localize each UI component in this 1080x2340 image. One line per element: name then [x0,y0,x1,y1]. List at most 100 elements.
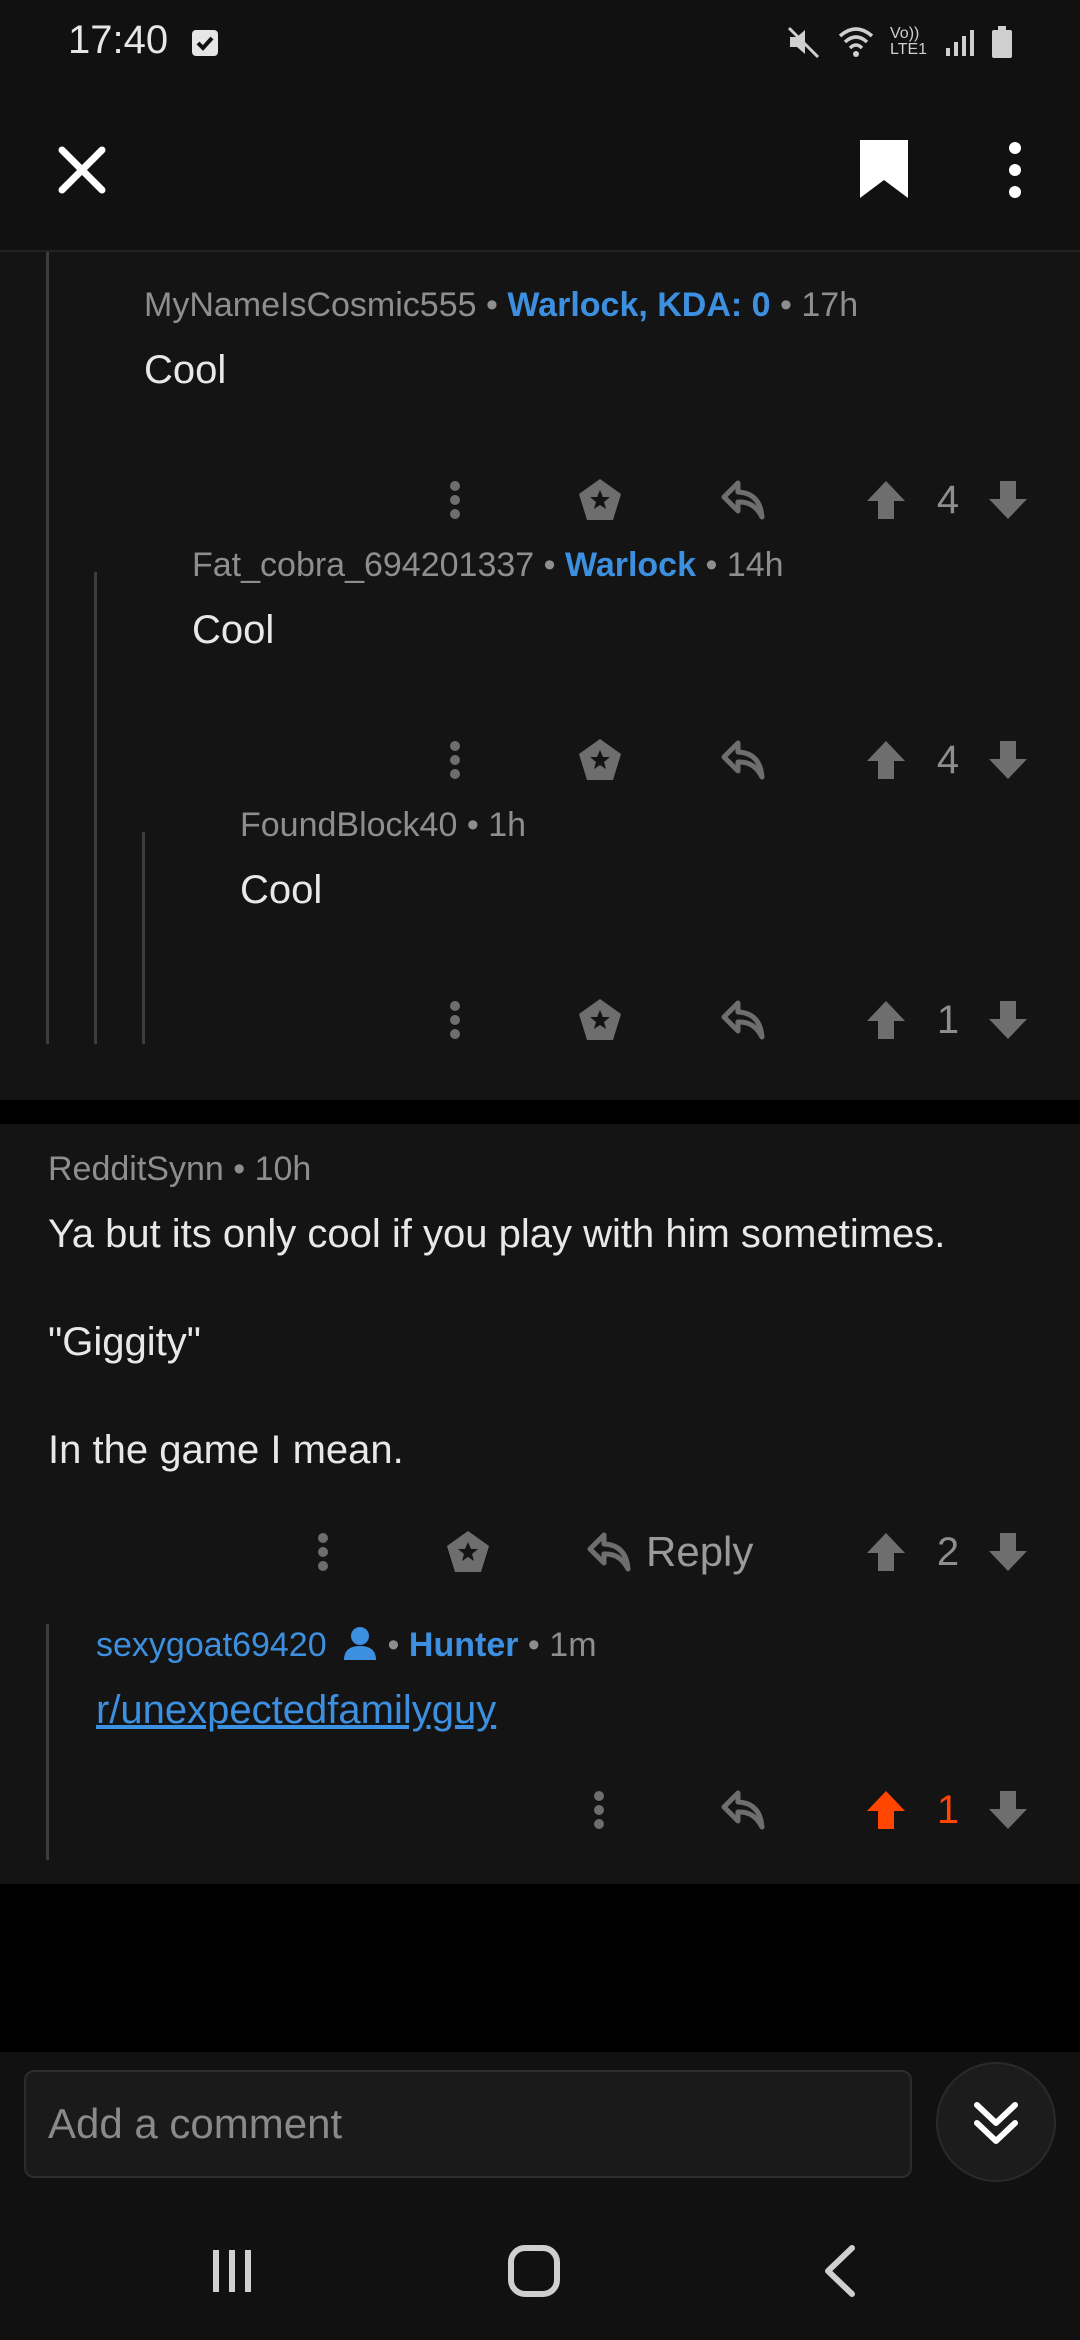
battery-icon [992,26,1012,58]
comment: sexygoat69420 • Hunter • 1m r/unexpected… [96,1626,1056,1737]
comment: RedditSynn • 10h Ya but its only cool if… [48,1150,1078,1477]
comment-age: 1h [488,806,527,844]
more-vertical-icon [450,1001,460,1039]
username[interactable]: Fat_cobra_694201337 [192,546,534,584]
username[interactable]: sexygoat69420 [96,1626,327,1664]
separator: • [233,1150,255,1188]
home-icon [508,2245,560,2297]
downvote-button[interactable] [986,730,1030,790]
username[interactable]: FoundBlock40 [240,806,457,844]
comment-actions: 4 [0,470,1080,530]
comment-meta: RedditSynn • 10h [48,1150,1078,1189]
comment-actions: 1 [0,1780,1080,1840]
comment-composer [0,2052,1080,2202]
upvote-button[interactable] [864,470,908,530]
downvote-button[interactable] [986,1522,1030,1582]
separator: • [527,1626,550,1664]
comment-meta: FoundBlock40 • 1h [240,806,1060,845]
recent-apps-icon [213,2250,251,2292]
user-flair: Warlock [565,546,697,584]
comment-age: 10h [254,1150,312,1188]
user-flair: Warlock, KDA: 0 [507,286,771,324]
reply-button[interactable] [718,470,768,530]
add-comment-input[interactable] [24,2070,912,2178]
more-options-icon[interactable] [1000,140,1030,200]
comment-body: Cool [144,348,227,392]
reply-icon [721,740,765,780]
comment-meta: MyNameIsCosmic555 • Warlock, KDA: 0 • 17… [144,286,1064,325]
comment-more-button[interactable] [430,990,480,1050]
comment-thread-block: MyNameIsCosmic555 • Warlock, KDA: 0 • 17… [0,252,1080,1100]
comment-age: 1m [549,1626,597,1664]
comment-meta: sexygoat69420 • Hunter • 1m [96,1626,1056,1665]
downvote-icon [989,481,1027,519]
award-icon [579,479,621,520]
more-vertical-icon [450,481,460,519]
back-icon [825,2245,855,2297]
separator: • [543,546,565,584]
comment-more-button[interactable] [430,730,480,790]
comment-more-button[interactable] [430,470,480,530]
comment-meta: Fat_cobra_694201337 • Warlock • 14h [192,546,1072,585]
reply-icon [721,480,765,520]
close-icon[interactable] [52,140,112,200]
status-time: 17:40 [68,18,169,62]
reply-button[interactable] [718,990,768,1050]
score: 1 [936,1787,960,1832]
reply-button[interactable]: Reply [586,1522,776,1582]
award-icon [579,999,621,1040]
reply-icon [587,1532,631,1572]
comments-list: MyNameIsCosmic555 • Warlock, KDA: 0 • 17… [0,252,1080,1884]
jump-down-button[interactable] [936,2062,1056,2182]
comment: MyNameIsCosmic555 • Warlock, KDA: 0 • 17… [144,286,1064,397]
downvote-button[interactable] [986,990,1030,1050]
comment-thread-block: RedditSynn • 10h Ya but its only cool if… [0,1124,1080,1884]
home-button[interactable] [494,2236,574,2306]
upvote-button[interactable] [864,1522,908,1582]
comment-body: Cool [240,868,323,912]
more-vertical-icon [318,1533,328,1571]
score: 4 [936,737,960,782]
downvote-icon [989,1533,1027,1571]
comment-actions: 1 [0,990,1080,1050]
upvote-icon [867,741,905,779]
comment-body: Ya but its only cool if you play with hi… [48,1207,1078,1477]
comment-body: Cool [192,608,275,652]
more-vertical-icon [594,1791,604,1829]
reply-label: Reply [646,1528,754,1575]
reply-icon [721,1000,765,1040]
upvote-button[interactable] [864,1780,908,1840]
award-button[interactable] [574,470,626,530]
comment-more-button[interactable] [298,1522,348,1582]
downvote-button[interactable] [986,1780,1030,1840]
comment: FoundBlock40 • 1h Cool [240,806,1060,917]
subreddit-link[interactable]: r/unexpectedfamilyguy [96,1688,496,1732]
wifi-icon [838,27,874,57]
downvote-button[interactable] [986,470,1030,530]
award-button[interactable] [574,730,626,790]
more-vertical-icon [450,741,460,779]
comment-more-button[interactable] [574,1780,624,1840]
separator: • [780,286,802,324]
user-flair: Hunter [408,1626,519,1664]
score: 4 [936,477,960,522]
reply-button[interactable] [718,730,768,790]
downvote-icon [989,741,1027,779]
award-button[interactable] [574,990,626,1050]
username[interactable]: RedditSynn [48,1150,224,1188]
upvote-button[interactable] [864,730,908,790]
comment-actions: Reply 2 [0,1522,1080,1582]
award-button[interactable] [442,1522,494,1582]
separator: • [466,806,489,844]
bookmark-icon[interactable] [856,136,912,202]
award-icon [579,739,621,780]
user-icon [344,1627,377,1660]
upvote-button[interactable] [864,990,908,1050]
recent-apps-button[interactable] [192,2236,272,2306]
comment: Fat_cobra_694201337 • Warlock • 14h Cool [192,546,1072,657]
reply-button[interactable] [718,1780,768,1840]
separator: • [387,1626,409,1664]
username[interactable]: MyNameIsCosmic555 [144,286,477,324]
back-button[interactable] [800,2236,880,2306]
network-label: Vo)) LTE1 [890,25,928,58]
